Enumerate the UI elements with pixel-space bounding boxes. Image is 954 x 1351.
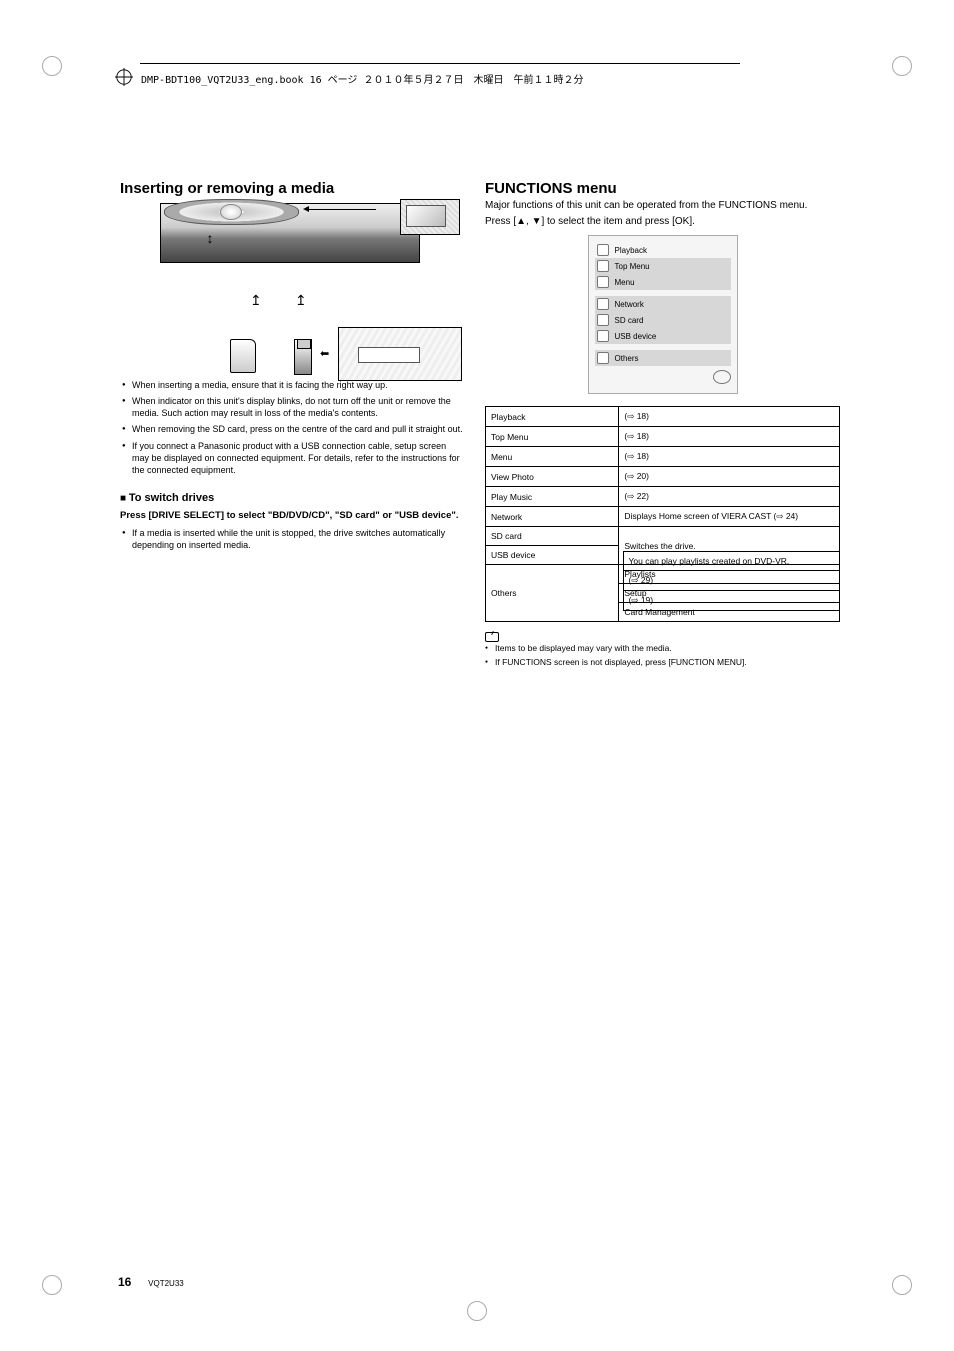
target-icon (115, 68, 133, 89)
table-cell: SD card (486, 527, 619, 546)
menu-icon (597, 276, 609, 288)
sd-card-icon (230, 339, 256, 373)
table-cell: (⇨ 22) (619, 487, 840, 507)
bullet-item: If you connect a Panasonic product with … (122, 440, 465, 476)
note-icon (485, 632, 499, 642)
menu-item: USB device (595, 328, 731, 344)
table-cell: (⇨ 29) (623, 571, 840, 591)
menu-item: Menu (595, 274, 731, 290)
menu-item: Network (595, 296, 731, 312)
page-number: 16 (118, 1275, 131, 1289)
menu-screenshot: Playback Top Menu Menu Network SD card U… (588, 235, 738, 394)
table-cell: Network (486, 507, 619, 527)
file-header-text: DMP-BDT100_VQT2U33_eng.book 16 ページ ２０１０年… (141, 71, 583, 86)
usb-icon (597, 330, 609, 342)
left-bullet-list: When inserting a media, ensure that it i… (120, 379, 465, 476)
table-cell: (⇨ 20) (619, 467, 840, 487)
table-cell: You can play playlists created on DVD-VR… (623, 552, 840, 571)
table-cell: Menu (486, 447, 619, 467)
section-title-right: FUNCTIONS menu (485, 180, 840, 197)
subheading-switch-drives: To switch drives (120, 492, 465, 504)
insert-media-diagram: ↕ ↥ ↥ ⬅ (120, 199, 460, 369)
section-title-left: Inserting or removing a media (120, 180, 465, 197)
table-cell: (⇨ 19) (623, 591, 840, 611)
functions-menu-instr: Press [▲, ▼] to select the item and pres… (485, 215, 840, 229)
notice-line: Items to be displayed may vary with the … (485, 643, 840, 655)
others-icon (597, 352, 609, 364)
usb-stick-icon (294, 339, 312, 375)
table-cell: (⇨ 18) (619, 407, 840, 427)
doc-code: VQT2U33 (148, 1279, 184, 1288)
notice-block: Items to be displayed may vary with the … (485, 631, 840, 669)
logo-icon (713, 370, 731, 384)
table-cell: (⇨ 18) (619, 427, 840, 447)
running-header: DMP-BDT100_VQT2U33_eng.book 16 ページ ２０１０年… (115, 68, 583, 89)
functions-menu-desc: Major functions of this unit can be oper… (485, 199, 840, 213)
network-icon (597, 298, 609, 310)
reg-mark-icon (42, 1275, 62, 1295)
bullet-item: When removing the SD card, press on the … (122, 423, 465, 435)
page-footer: 16 VQT2U33 (118, 1275, 184, 1289)
bullet-item: When indicator on this unit's display bl… (122, 395, 465, 419)
table-cell: Play Music (486, 487, 619, 507)
sub-instruction: Press [DRIVE SELECT] to select "BD/DVD/C… (120, 510, 465, 523)
functions-reference-table-overlay: You can play playlists created on DVD-VR… (485, 551, 840, 611)
menu-item: Top Menu (595, 258, 731, 274)
playback-icon (597, 244, 609, 256)
table-cell: View Photo (486, 467, 619, 487)
menu-item: Playback (595, 242, 731, 258)
topmenu-icon (597, 260, 609, 272)
bullet-item: If a media is inserted while the unit is… (122, 527, 465, 551)
arrow-left-icon: ⬅ (320, 347, 329, 360)
table-cell: Playback (486, 407, 619, 427)
table-cell: Displays Home screen of VIERA CAST (⇨ 24… (619, 507, 840, 527)
table-cell: (⇨ 18) (619, 447, 840, 467)
reg-mark-icon (467, 1301, 487, 1321)
notice-line: If FUNCTIONS screen is not displayed, pr… (485, 657, 840, 669)
hairline (140, 63, 740, 64)
reg-mark-icon (892, 1275, 912, 1295)
bullet-item: When inserting a media, ensure that it i… (122, 379, 465, 391)
reg-mark-icon (42, 56, 62, 76)
menu-item: SD card (595, 312, 731, 328)
reg-mark-icon (892, 56, 912, 76)
sd-icon (597, 314, 609, 326)
table-cell: Top Menu (486, 427, 619, 447)
menu-item: Others (595, 350, 731, 366)
